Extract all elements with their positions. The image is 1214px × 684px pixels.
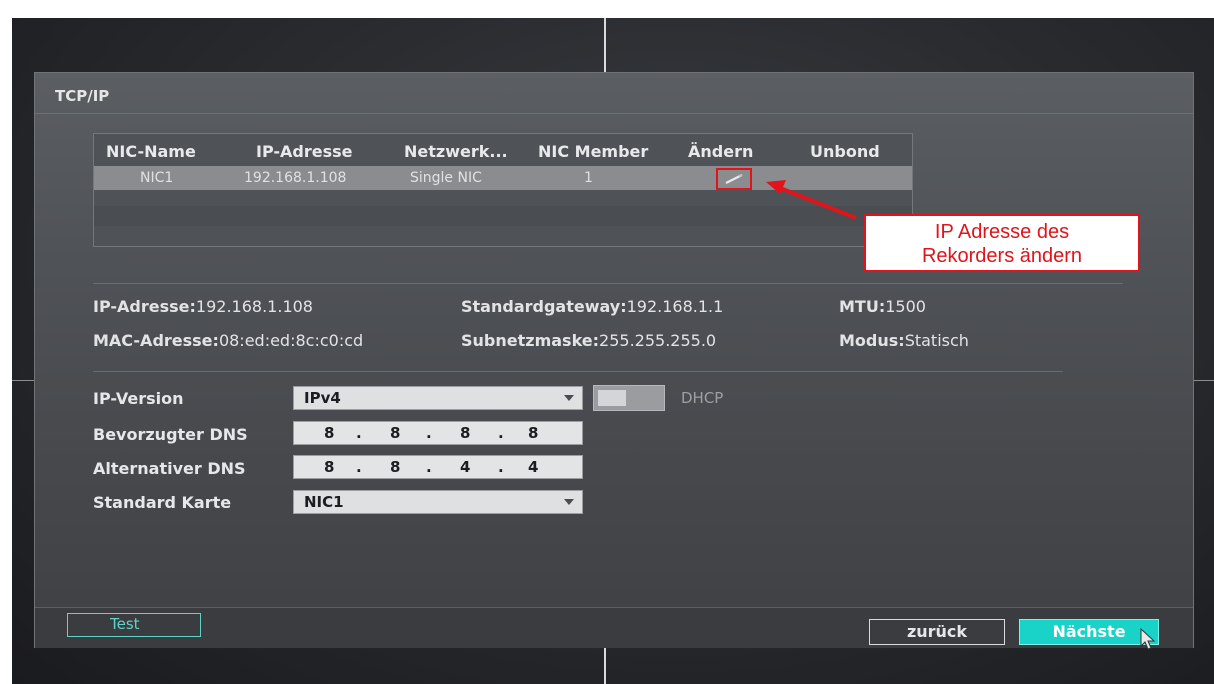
annotation-line-1: IP Adresse des bbox=[934, 221, 1070, 243]
annotation-line-2: Rekorders ändern bbox=[921, 245, 1083, 267]
annotation-arrow bbox=[766, 180, 857, 220]
annotation-callout: IP Adresse des Rekorders ändern bbox=[864, 214, 1140, 272]
